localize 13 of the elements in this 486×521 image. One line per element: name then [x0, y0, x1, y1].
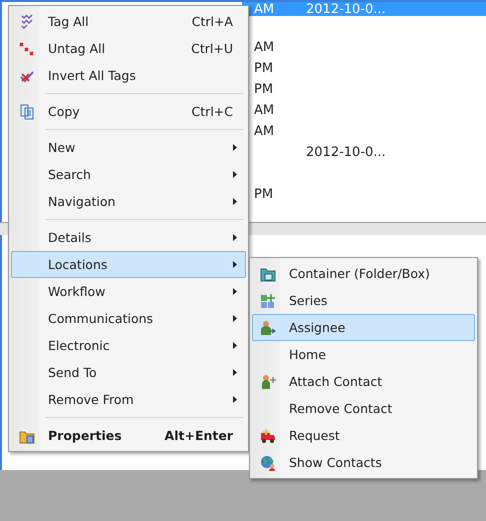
time-text: AM — [254, 40, 274, 55]
time-text: PM — [254, 61, 274, 76]
time-text: PM — [254, 187, 274, 202]
date-text: 2012-10-0... — [306, 2, 386, 16]
shortcut-text: Ctrl+A — [192, 14, 234, 29]
time-text: AM — [254, 124, 274, 139]
shortcut-text: Ctrl+C — [192, 104, 234, 119]
shortcut-text: Alt+Enter — [164, 428, 234, 443]
shortcut-text: Ctrl+U — [191, 41, 234, 56]
time-text: AM — [254, 2, 274, 16]
time-text: AM — [254, 103, 274, 118]
date-text: 2012-10-0... — [306, 145, 386, 160]
time-text: PM — [254, 82, 274, 97]
